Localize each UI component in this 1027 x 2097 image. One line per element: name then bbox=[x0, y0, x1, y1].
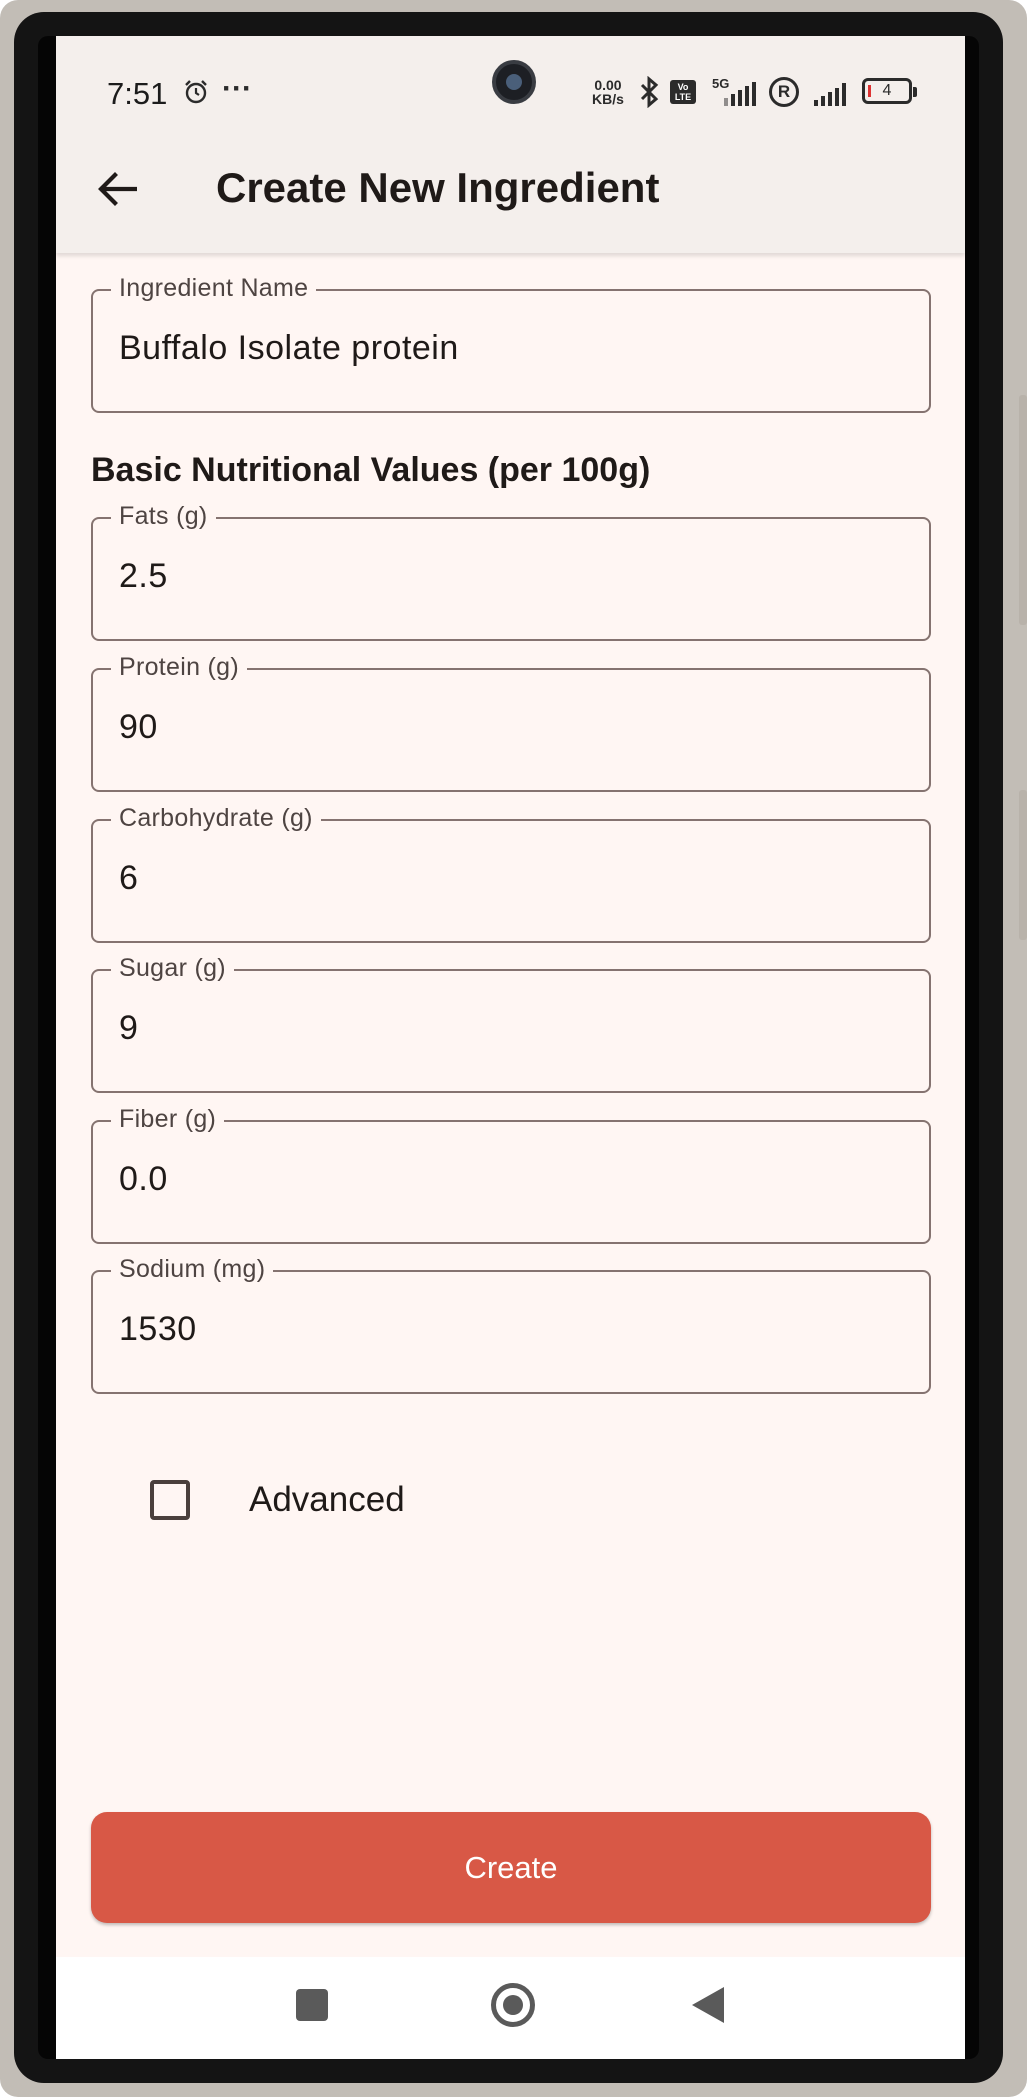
signal-icon-2 bbox=[814, 78, 846, 106]
field-label: Carbohydrate (g) bbox=[111, 804, 321, 833]
fiber-field[interactable]: Fiber (g) 0.0 bbox=[91, 1105, 931, 1244]
alarm-icon bbox=[185, 80, 207, 104]
advanced-checkbox[interactable] bbox=[150, 1480, 190, 1520]
page-title: Create New Ingredient bbox=[216, 164, 660, 211]
field-label: Fats (g) bbox=[111, 502, 216, 531]
power-button bbox=[1019, 790, 1027, 940]
nav-back-button[interactable] bbox=[692, 1987, 724, 2023]
bluetooth-icon bbox=[640, 76, 659, 108]
phone-frame: 7:51 ··· 0.00 KB/s Vo LTE 5G R 4 Create … bbox=[0, 0, 1027, 2097]
ingredient-name-field[interactable]: Ingredient Name Buffalo Isolate protein bbox=[91, 274, 931, 413]
field-label: Sodium (mg) bbox=[111, 1255, 274, 1284]
arrow-back-icon bbox=[98, 172, 137, 206]
field-label: Ingredient Name bbox=[111, 274, 317, 303]
volume-button bbox=[1019, 395, 1027, 625]
create-button[interactable]: Create bbox=[91, 1812, 931, 1923]
advanced-label: Advanced bbox=[249, 1480, 405, 1519]
app-bar: 7:51 ··· 0.00 KB/s Vo LTE 5G R 4 Create … bbox=[56, 36, 965, 253]
battery-icon: 4 bbox=[862, 78, 917, 104]
field-label: Sugar (g) bbox=[111, 954, 234, 983]
field-value: 0.0 bbox=[119, 1160, 168, 1198]
field-value: 1530 bbox=[119, 1310, 197, 1348]
volte-icon: Vo LTE bbox=[670, 80, 696, 104]
signal-icon bbox=[724, 78, 756, 106]
sodium-field[interactable]: Sodium (mg) 1530 bbox=[91, 1255, 931, 1394]
system-nav-bar bbox=[56, 1957, 965, 2059]
more-dots: ··· bbox=[222, 72, 252, 105]
front-camera bbox=[492, 60, 536, 104]
home-button[interactable] bbox=[491, 1983, 535, 2027]
fats-field[interactable]: Fats (g) 2.5 bbox=[91, 502, 931, 641]
field-value: 90 bbox=[119, 708, 158, 746]
recents-button[interactable] bbox=[296, 1989, 328, 2021]
field-value: 6 bbox=[119, 859, 139, 897]
back-button[interactable] bbox=[94, 166, 140, 212]
field-value: 2.5 bbox=[119, 557, 168, 595]
carbohydrate-field[interactable]: Carbohydrate (g) 6 bbox=[91, 804, 931, 943]
field-value: Buffalo Isolate protein bbox=[119, 329, 459, 367]
field-value: 9 bbox=[119, 1009, 139, 1047]
sugar-field[interactable]: Sugar (g) 9 bbox=[91, 954, 931, 1093]
roaming-icon: R bbox=[769, 77, 799, 107]
protein-field[interactable]: Protein (g) 90 bbox=[91, 653, 931, 792]
field-label: Protein (g) bbox=[111, 653, 248, 682]
field-label: Fiber (g) bbox=[111, 1105, 225, 1134]
screen: 7:51 ··· 0.00 KB/s Vo LTE 5G R 4 Create … bbox=[56, 36, 965, 2059]
advanced-checkbox-row[interactable]: Advanced bbox=[150, 1472, 405, 1528]
data-rate: 0.00 KB/s bbox=[592, 77, 624, 107]
status-time: 7:51 bbox=[107, 76, 168, 111]
section-heading: Basic Nutritional Values (per 100g) bbox=[91, 451, 651, 489]
